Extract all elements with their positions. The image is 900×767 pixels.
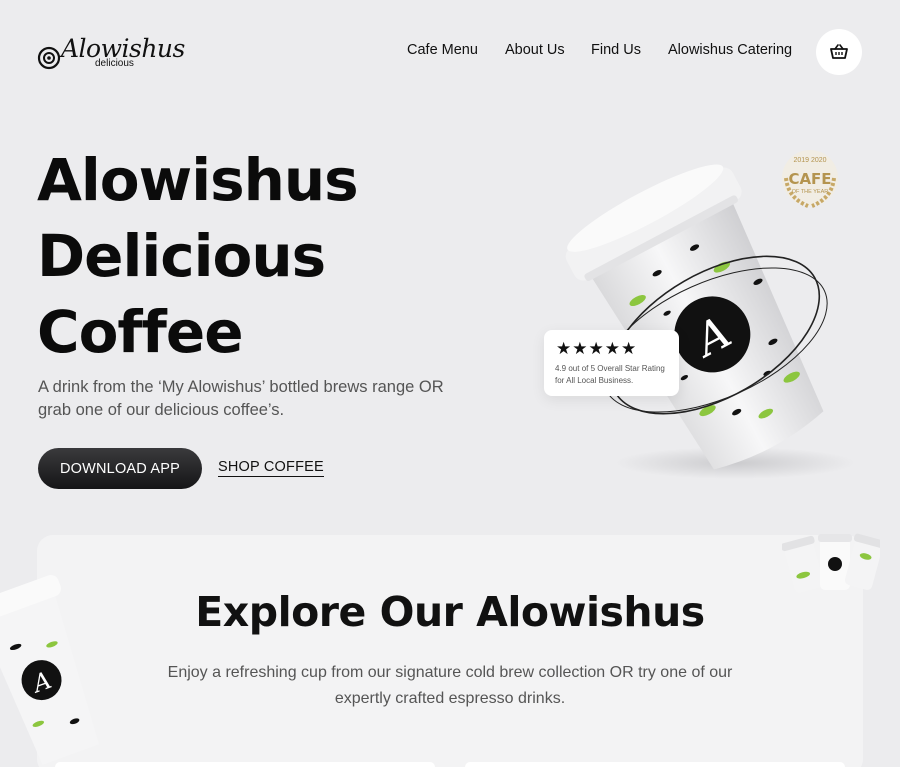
explore-section bbox=[37, 535, 863, 767]
logo-sub-text: delicious bbox=[95, 58, 134, 69]
nav-item-cafe-menu[interactable]: Cafe Menu bbox=[407, 42, 478, 58]
product-card[interactable] bbox=[465, 762, 845, 767]
brand-logo[interactable]: Alowishus delicious bbox=[37, 34, 185, 76]
hero-title-line: Coffee bbox=[37, 298, 244, 366]
hero-subtitle: A drink from the ‘My Alowishus’ bottled … bbox=[38, 378, 444, 419]
cart-button[interactable] bbox=[816, 29, 862, 75]
logo-mark-icon bbox=[37, 46, 61, 70]
hero-title-line: Delicious bbox=[37, 222, 326, 290]
nav-item-find-us[interactable]: Find Us bbox=[591, 42, 641, 58]
hero-title: Alowishus Delicious Coffee bbox=[37, 142, 397, 370]
download-app-button[interactable]: DOWNLOAD APP bbox=[38, 448, 202, 489]
shop-coffee-link[interactable]: SHOP COFFEE bbox=[218, 459, 324, 477]
hero-title-line: Alowishus bbox=[37, 146, 359, 214]
nav-item-catering[interactable]: Alowishus Catering bbox=[668, 42, 792, 58]
badge-years: 2019 2020 bbox=[793, 157, 826, 164]
nav-item-about-us[interactable]: About Us bbox=[505, 42, 565, 58]
explore-title: Explore Our Alowishus bbox=[195, 588, 705, 636]
badge-word: CAFE bbox=[788, 170, 831, 188]
basket-icon bbox=[830, 44, 848, 59]
cafe-award-badge: 2019 2020 CAFE OF THE YEAR bbox=[782, 150, 838, 208]
star-rating-icons: ★★★★★ bbox=[556, 339, 638, 359]
rating-text: 4.9 out of 5 Overall Star Rating for All… bbox=[555, 364, 665, 385]
product-card[interactable] bbox=[55, 762, 435, 767]
rating-card: ★★★★★ 4.9 out of 5 Overall Star Rating f… bbox=[544, 330, 679, 396]
explore-subtitle: Enjoy a refreshing cup from our signatur… bbox=[167, 664, 733, 707]
badge-sub: OF THE YEAR bbox=[792, 189, 829, 195]
